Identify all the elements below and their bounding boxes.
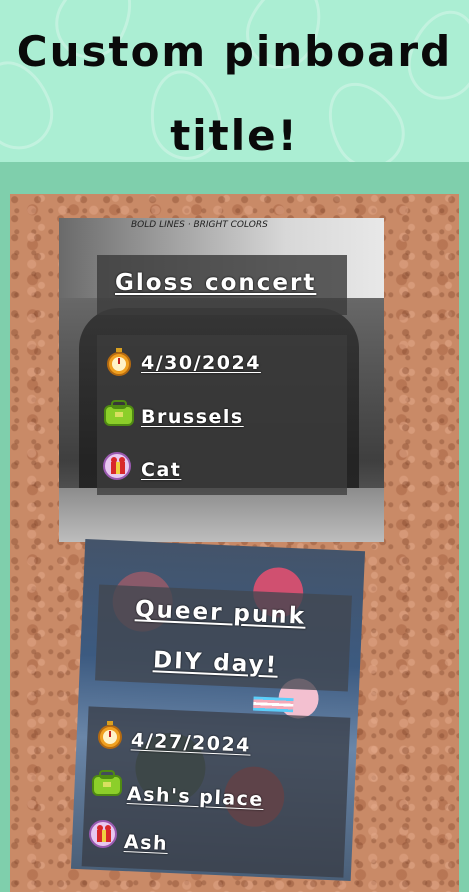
photo-ground: [59, 488, 384, 542]
event-title-line-2[interactable]: DIY day!: [152, 647, 278, 678]
event-host[interactable]: Ash: [124, 831, 169, 855]
trans-flag-patch: [253, 696, 294, 713]
green-bag-icon: [104, 400, 134, 426]
event-location[interactable]: Brussels: [141, 406, 244, 428]
event-title[interactable]: Gloss concert: [115, 270, 316, 296]
stopwatch-icon: [98, 721, 122, 749]
photo-sign-text: BOLD LINES · BRIGHT COLORS: [131, 220, 268, 230]
event-date[interactable]: 4/30/2024: [141, 352, 261, 374]
gift-icon: [103, 452, 131, 480]
page-title-line-2: title!: [170, 111, 299, 160]
gift-icon: [89, 820, 117, 848]
page-title: Custom pinboard title!: [0, 10, 469, 162]
event-host[interactable]: Cat: [141, 459, 181, 481]
header: Custom pinboard title!: [0, 0, 469, 162]
green-bag-icon: [92, 770, 122, 796]
stopwatch-icon: [107, 348, 131, 376]
page-title-line-1: Custom pinboard: [16, 27, 453, 76]
